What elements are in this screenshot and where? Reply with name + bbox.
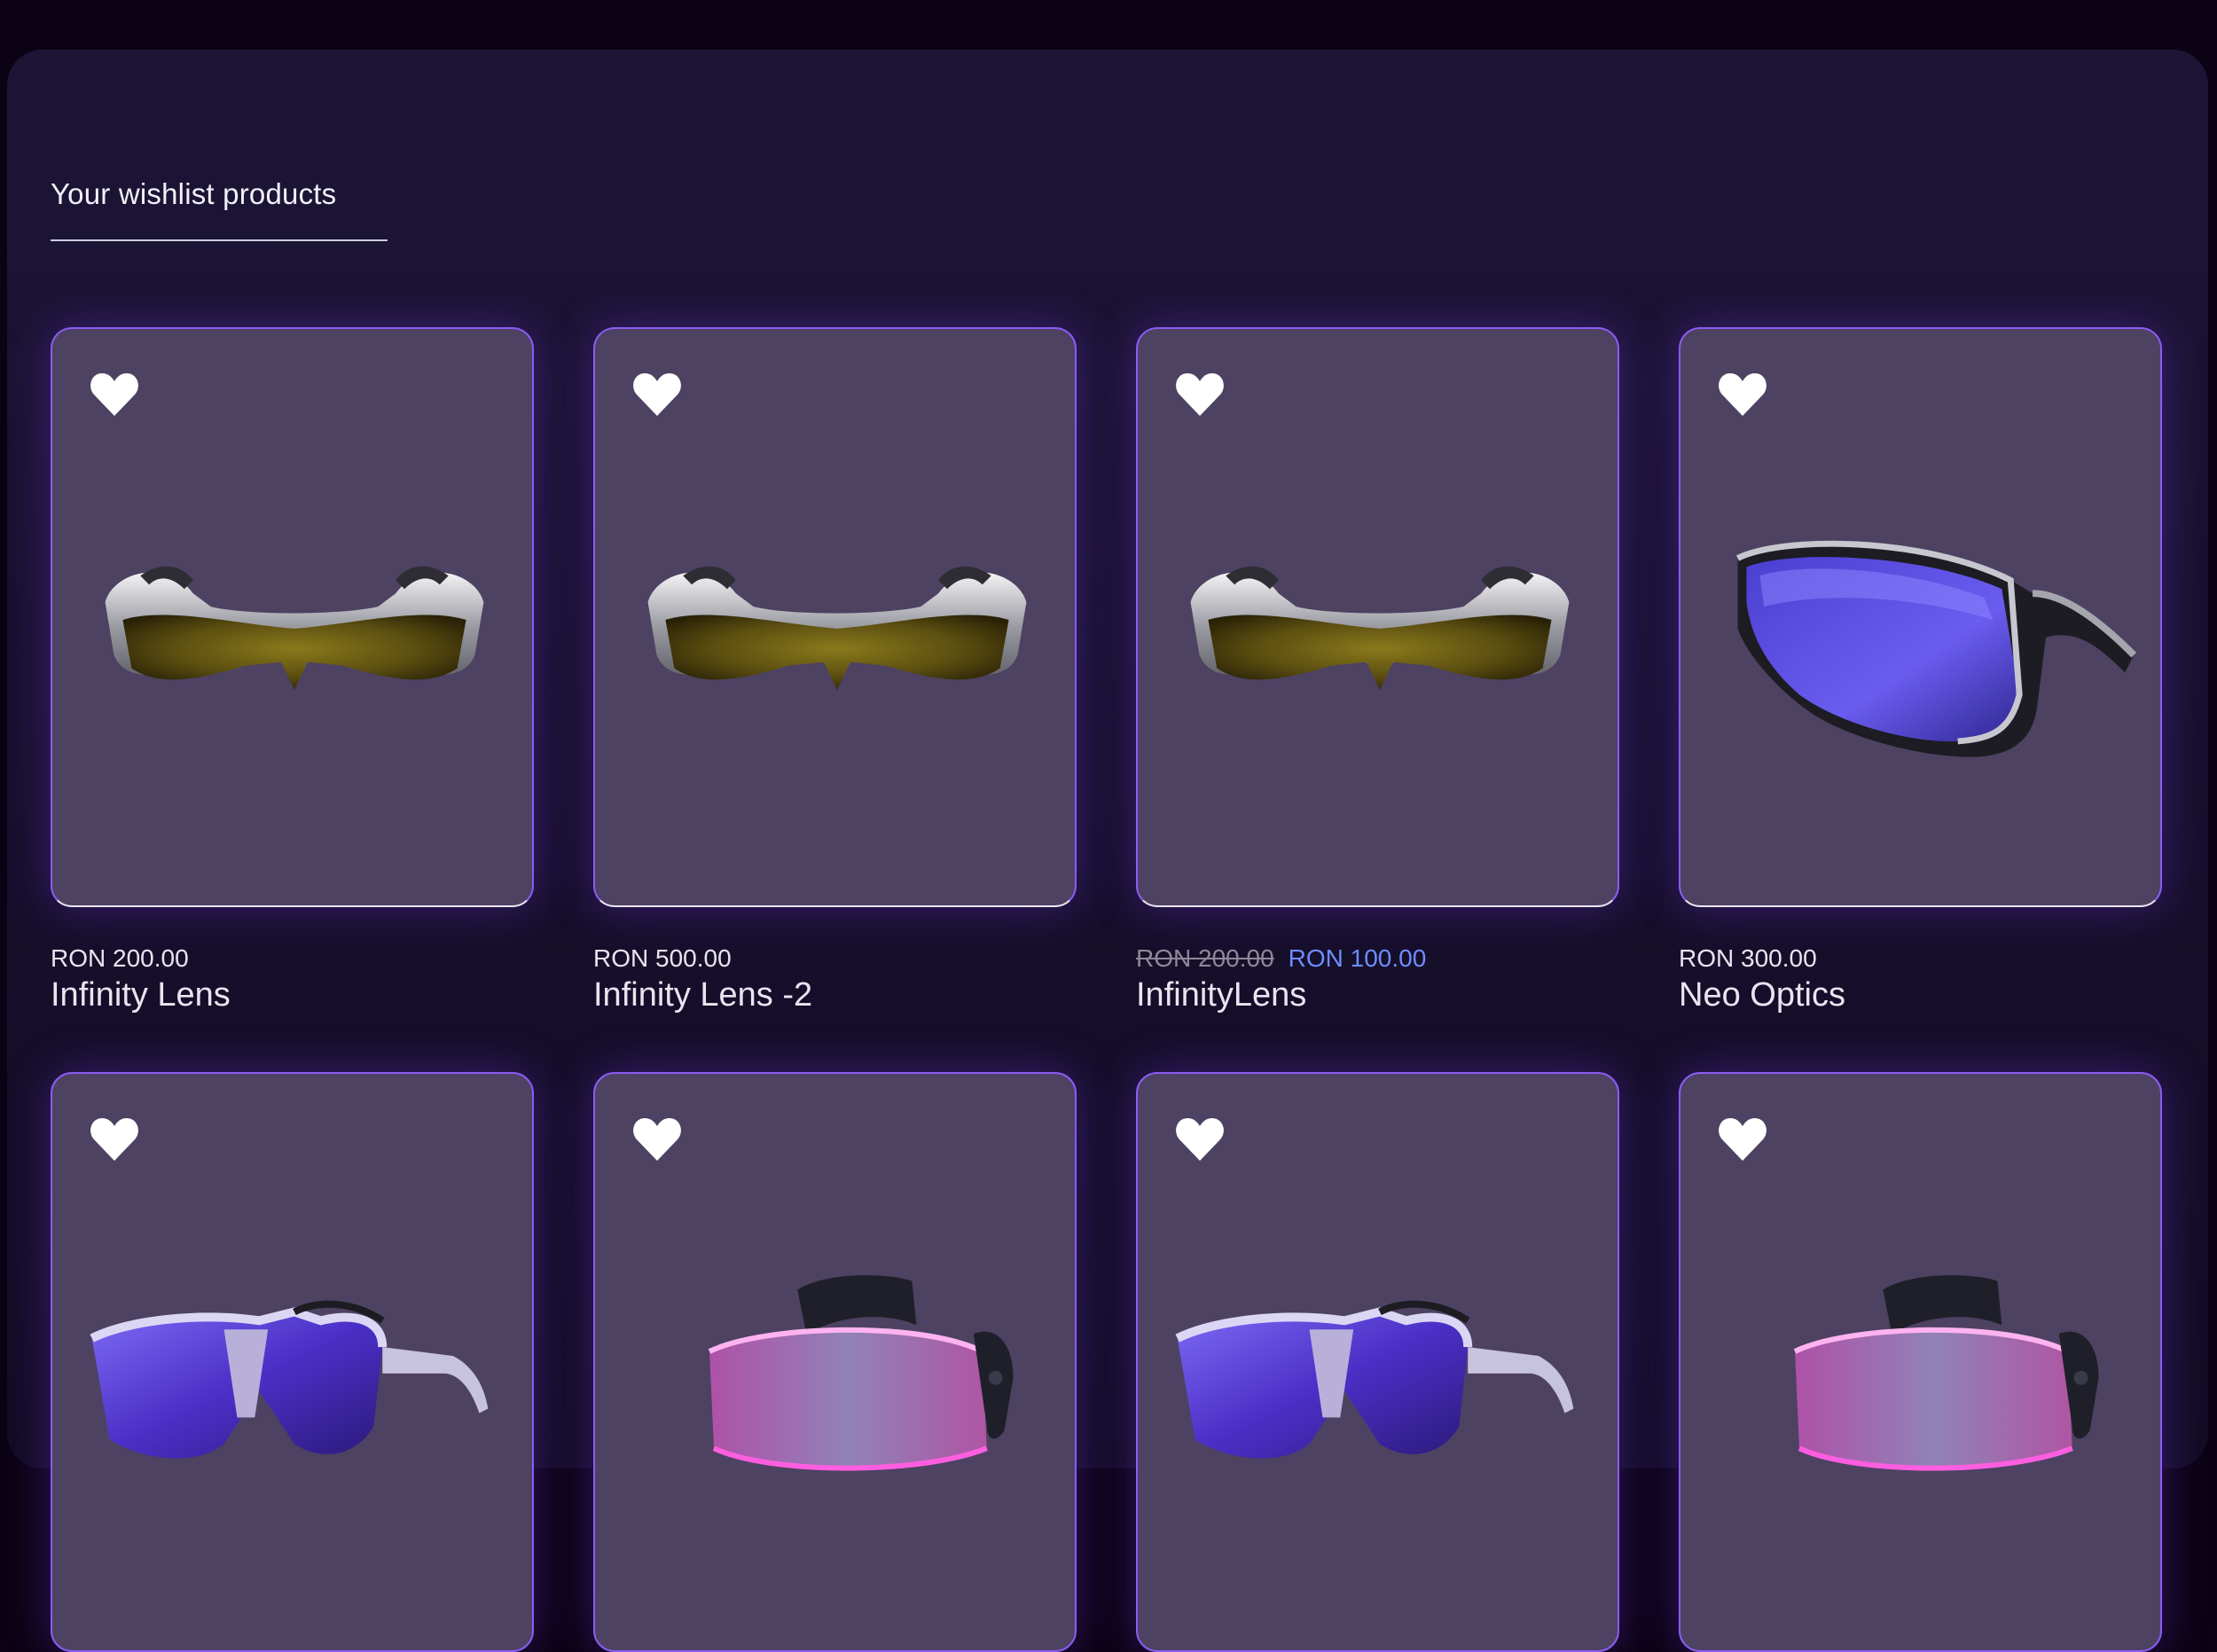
product-card[interactable] bbox=[1679, 327, 2162, 907]
product-image[interactable] bbox=[595, 329, 1075, 905]
product-card[interactable] bbox=[1136, 1072, 1619, 1652]
product-card[interactable] bbox=[593, 327, 1077, 907]
product-card[interactable] bbox=[51, 327, 534, 907]
product-card[interactable] bbox=[593, 1072, 1077, 1652]
product-image[interactable] bbox=[1680, 329, 2160, 905]
product-price: RON 200.00 RON 100.00 bbox=[1136, 944, 1426, 973]
product-name[interactable]: Neo Optics bbox=[1679, 976, 1845, 1014]
product-name[interactable]: InfinityLens bbox=[1136, 976, 1306, 1014]
product-price: RON 300.00 bbox=[1679, 944, 1817, 972]
product-image[interactable] bbox=[52, 329, 532, 905]
product-card[interactable] bbox=[51, 1072, 534, 1652]
product-name[interactable]: Infinity Lens bbox=[51, 976, 231, 1014]
product-price: RON 500.00 bbox=[593, 944, 732, 972]
product-image[interactable] bbox=[1138, 1074, 1618, 1650]
original-price: RON 200.00 bbox=[1136, 944, 1274, 972]
product-image[interactable] bbox=[595, 1074, 1075, 1650]
sale-price: RON 100.00 bbox=[1288, 944, 1427, 972]
product-image[interactable] bbox=[1680, 1074, 2160, 1650]
title-underline bbox=[51, 239, 388, 241]
product-card[interactable] bbox=[1136, 327, 1619, 907]
product-image[interactable] bbox=[52, 1074, 532, 1650]
product-card[interactable] bbox=[1679, 1072, 2162, 1652]
product-price: RON 200.00 bbox=[51, 944, 189, 972]
product-name[interactable]: Infinity Lens -2 bbox=[593, 976, 812, 1014]
page-title: Your wishlist products bbox=[51, 177, 337, 210]
product-image[interactable] bbox=[1138, 329, 1618, 905]
